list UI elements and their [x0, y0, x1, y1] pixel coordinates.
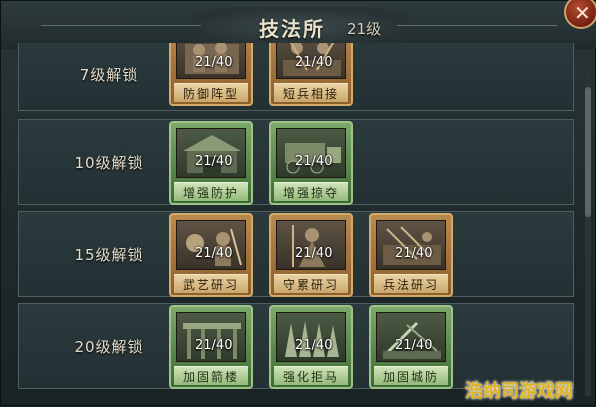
tech-level-count: 21/40 — [295, 154, 333, 169]
building-level: 21级 — [347, 20, 382, 38]
tech-level-count: 21/40 — [295, 338, 333, 353]
tech-card[interactable]: 21/40 增强防护 — [169, 121, 253, 205]
tech-level-count: 21/40 — [395, 246, 433, 261]
tech-name: 兵法研习 — [374, 274, 448, 293]
tech-card[interactable]: 21/40 守累研习 — [269, 213, 353, 297]
title-divider-left — [41, 25, 201, 26]
tech-name: 加固箭楼 — [174, 366, 248, 385]
tech-name: 强化拒马 — [274, 366, 348, 385]
tech-name: 增强掠夺 — [274, 182, 348, 201]
tech-level-count: 21/40 — [395, 338, 433, 353]
unlock-row-level-15: 15级解锁 21/40 武艺研习 21/40 守累研习 21/40 兵法研习 — [18, 211, 574, 297]
unlock-level-label: 10级解锁 — [74, 153, 144, 172]
unlock-row-level-7: 7级解锁 21/40 防御阵型 21/40 短兵相接 — [18, 43, 574, 111]
tech-card[interactable]: 21/40 防御阵型 — [169, 43, 253, 106]
close-button[interactable]: ✕ — [564, 0, 596, 29]
tech-name: 短兵相接 — [274, 83, 348, 102]
tech-level-count: 21/40 — [195, 154, 233, 169]
unlock-row-level-10: 10级解锁 21/40 增强防护 21/40 增强掠夺 — [18, 119, 574, 205]
city-wall-icon — [376, 312, 446, 362]
tech-name: 武艺研习 — [174, 274, 248, 293]
tech-card[interactable]: 21/40 强化拒马 — [269, 305, 353, 389]
unlock-level-label: 20级解锁 — [74, 337, 144, 356]
barracks-defense-icon — [176, 128, 246, 178]
tech-level-count: 21/40 — [195, 55, 233, 70]
scrollbar-thumb[interactable] — [585, 87, 591, 217]
tech-card[interactable]: 21/40 加固城防 — [369, 305, 453, 389]
unlock-level-label: 7级解锁 — [79, 65, 139, 84]
tech-card[interactable]: 21/40 增强掠夺 — [269, 121, 353, 205]
tech-name: 守累研习 — [274, 274, 348, 293]
tech-card[interactable]: 21/40 短兵相接 — [269, 43, 353, 106]
tech-level-count: 21/40 — [195, 338, 233, 353]
tech-card[interactable]: 21/40 兵法研习 — [369, 213, 453, 297]
tech-level-count: 21/40 — [295, 246, 333, 261]
martial-training-icon — [176, 220, 246, 270]
tech-name: 增强防护 — [174, 182, 248, 201]
unlock-list: 7级解锁 21/40 防御阵型 21/40 短兵相接 10级解锁 21/40 增… — [18, 43, 574, 407]
tech-name: 防御阵型 — [174, 83, 248, 102]
close-icon: ✕ — [574, 1, 591, 25]
arrow-tower-icon — [176, 312, 246, 362]
unlock-level-label: 15级解锁 — [74, 245, 144, 264]
spike-barrier-icon — [276, 312, 346, 362]
tech-level-count: 21/40 — [295, 55, 333, 70]
strategy-study-icon — [376, 220, 446, 270]
tech-panel: 技法所 21级 ✕ 7级解锁 21/40 防御阵型 21/40 短兵相接 10级… — [0, 0, 596, 406]
title-divider-right — [397, 25, 557, 26]
tech-level-count: 21/40 — [195, 246, 233, 261]
list-scrollbar[interactable] — [585, 57, 591, 397]
plunder-wagon-icon — [276, 128, 346, 178]
site-watermark: 浩纳司游戏网 — [465, 381, 573, 402]
guard-general-icon — [276, 220, 346, 270]
page-title: 技法所 — [259, 17, 325, 41]
tech-card[interactable]: 21/40 加固箭楼 — [169, 305, 253, 389]
tech-card[interactable]: 21/40 武艺研习 — [169, 213, 253, 297]
tech-name: 加固城防 — [374, 366, 448, 385]
title-bar: 技法所 21级 — [1, 1, 596, 49]
